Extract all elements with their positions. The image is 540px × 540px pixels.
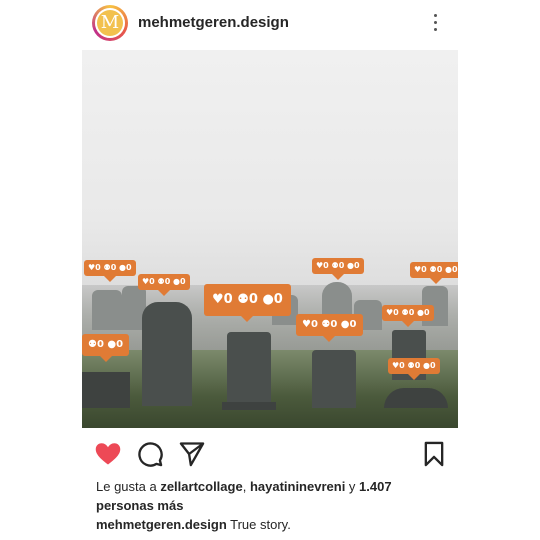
notification-bubble: ♥0 ⚉0 ●0 <box>138 274 190 296</box>
likes-separator: , <box>242 479 250 494</box>
tombstone <box>142 302 192 406</box>
tombstone <box>227 332 271 408</box>
post-actions <box>82 436 458 470</box>
caption-text: True story. <box>226 517 291 532</box>
liker-link[interactable]: zellartcollage <box>160 479 242 494</box>
like-heart-icon[interactable] <box>94 440 122 468</box>
more-options-icon[interactable] <box>434 14 438 34</box>
notification-bubble: ♥0 ⚉0 ●0 <box>388 358 440 380</box>
likes-prefix: Le gusta a <box>96 479 161 494</box>
tombstone <box>384 388 448 408</box>
post-header: M mehmetgeren.design <box>82 0 458 46</box>
likes-suffix[interactable]: personas más <box>96 498 183 513</box>
liker-link[interactable]: hayatininevreni <box>250 479 345 494</box>
notification-bubble: ♥0 ⚉0 ●0 <box>296 314 363 342</box>
likes-count[interactable]: 1.407 <box>359 479 392 494</box>
tombstone-base <box>222 402 276 410</box>
comment-icon[interactable] <box>136 440 164 468</box>
likes-and: y <box>345 479 360 494</box>
likes-summary: Le gusta a zellartcollage, hayatininevre… <box>96 477 436 515</box>
caption-username[interactable]: mehmetgeren.design <box>96 517 227 532</box>
notification-bubble: ♥0 ⚉0 ●0 <box>204 284 291 322</box>
avatar[interactable]: M <box>92 5 128 41</box>
notification-bubble: ♥0 ⚉0 ●0 <box>382 305 434 327</box>
save-bookmark-icon[interactable] <box>420 440 448 468</box>
post-caption: mehmetgeren.design True story. <box>96 517 446 532</box>
notification-bubble: ♥0 ⚉0 ●0 <box>410 262 458 284</box>
tombstone <box>92 290 122 330</box>
share-icon[interactable] <box>178 440 206 468</box>
notification-bubble: ♥0 ⚉0 ●0 <box>312 258 364 280</box>
tombstone <box>312 350 356 408</box>
tombstone <box>82 372 130 408</box>
notification-bubble: ⚉0 ●0 <box>82 334 130 362</box>
notification-bubble: ♥0 ⚉0 ●0 <box>84 260 136 282</box>
avatar-letter: M <box>95 8 125 38</box>
post-username[interactable]: mehmetgeren.design <box>138 14 289 31</box>
post-photo[interactable]: ♥0 ⚉0 ●0 ♥0 ⚉0 ●0 ♥0 ⚉0 ●0 ♥0 ⚉0 ●0 ♥0 ⚉… <box>82 50 458 428</box>
instagram-post: M mehmetgeren.design ♥0 ⚉0 ●0 ♥0 ⚉0 ●0 ♥… <box>82 0 458 540</box>
